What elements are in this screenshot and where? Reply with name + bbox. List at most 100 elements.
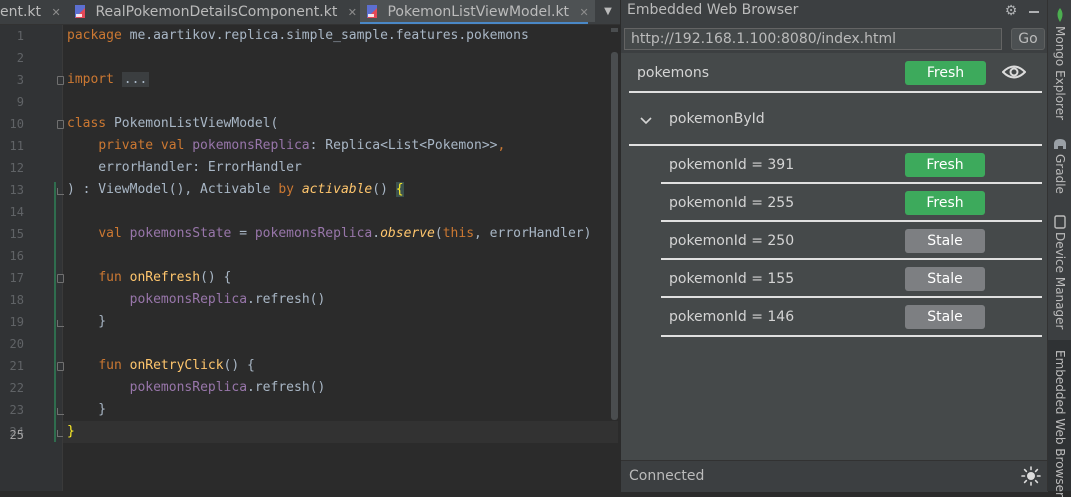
fold-end-icon[interactable] <box>57 320 64 327</box>
current-line-highlight <box>63 421 618 443</box>
divider <box>661 220 1042 222</box>
panel-title: Embedded Web Browser <box>627 2 799 18</box>
tool-tab-label: Device Manager <box>1053 232 1067 330</box>
folded-imports: ... <box>121 72 150 87</box>
child-replica-label[interactable]: pokemonId = 255 <box>669 195 794 211</box>
divider <box>661 182 1042 184</box>
connection-status: Connected <box>629 468 705 484</box>
line-number: 9 <box>16 95 24 109</box>
vertical-scrollbar[interactable] <box>611 52 618 420</box>
tab-pokemon-list-view-model[interactable]: PokemonListViewModel.kt ✕ <box>360 0 595 22</box>
tool-tab-label: Embedded Web Browser <box>1053 350 1067 497</box>
line-number: 3 <box>16 73 24 87</box>
line-number: 19 <box>9 315 24 329</box>
go-button[interactable]: Go <box>1011 28 1045 50</box>
close-icon[interactable]: ✕ <box>580 6 589 19</box>
tool-window-strip: Mongo Explorer Gradle Device Manager Emb… <box>1047 0 1071 497</box>
elephant-icon <box>1054 139 1066 149</box>
leaf-icon <box>1057 8 1063 22</box>
status-badge: Stale <box>905 305 985 329</box>
tool-tab-label: Mongo Explorer <box>1053 26 1067 121</box>
tool-tab-embedded-web-browser[interactable]: Embedded Web Browser <box>1048 340 1071 497</box>
line-number: 21 <box>9 359 24 373</box>
change-marker <box>54 182 56 442</box>
code-line[interactable]: } <box>67 399 106 421</box>
eye-icon[interactable] <box>1001 64 1027 80</box>
child-replica-label[interactable]: pokemonId = 146 <box>669 309 794 325</box>
code-line[interactable]: pokemonsReplica.refresh() <box>67 377 326 399</box>
gear-icon[interactable]: ⚙ <box>1003 3 1019 19</box>
line-number: 1 <box>16 29 24 43</box>
device-icon <box>1054 215 1066 229</box>
tool-tab-device-manager[interactable]: Device Manager <box>1048 208 1071 330</box>
code-line[interactable]: ) : ViewModel(), Activable by activable(… <box>67 179 404 201</box>
line-number: 16 <box>9 249 24 263</box>
fold-end-icon[interactable] <box>57 188 64 195</box>
divider <box>629 144 1042 146</box>
line-number: 17 <box>9 271 24 285</box>
line-number: 20 <box>9 337 24 351</box>
code-line[interactable]: package me.aartikov.replica.simple_sampl… <box>67 25 529 47</box>
fold-marker-icon[interactable] <box>57 362 64 371</box>
code-line[interactable]: errorHandler: ErrorHandler <box>67 157 302 179</box>
scrollbar-marker <box>611 28 618 32</box>
close-icon[interactable]: ✕ <box>51 6 60 19</box>
code-line[interactable]: fun onRefresh() { <box>67 267 231 289</box>
fold-marker-icon[interactable] <box>57 76 64 85</box>
fold-end-icon[interactable] <box>57 408 64 415</box>
line-number: 18 <box>9 293 24 307</box>
embedded-web-browser-panel: Embedded Web Browser ⚙ Go pokemons Fresh… <box>620 0 1048 492</box>
status-badge: Stale <box>905 267 985 291</box>
child-replica-label[interactable]: pokemonId = 155 <box>669 271 794 287</box>
panel-header: Embedded Web Browser ⚙ <box>621 0 1048 22</box>
code-line[interactable]: import ... <box>67 69 150 91</box>
line-number: 11 <box>9 139 24 153</box>
close-icon[interactable]: ✕ <box>348 6 357 19</box>
line-number: 15 <box>9 227 24 241</box>
tab-label: ent.kt <box>0 4 42 20</box>
code-line[interactable]: } <box>67 421 75 443</box>
child-replica-label[interactable]: pokemonId = 250 <box>669 233 794 249</box>
active-tab-indicator <box>360 22 588 24</box>
tab-label: RealPokemonDetailsComponent.kt <box>95 4 338 20</box>
child-replica-label[interactable]: pokemonId = 391 <box>669 157 794 173</box>
code-line[interactable]: val pokemonsState = pokemonsReplica.obse… <box>67 223 591 245</box>
fold-marker-icon[interactable] <box>57 120 64 129</box>
editor-tab-bar: ent.kt ✕ RealPokemonDetailsComponent.kt … <box>0 0 620 25</box>
code-editor: ent.kt ✕ RealPokemonDetailsComponent.kt … <box>0 0 620 491</box>
line-number: 10 <box>9 117 24 131</box>
root-replica-label[interactable]: pokemons <box>637 65 709 81</box>
line-number: 13 <box>9 183 24 197</box>
minimize-icon[interactable] <box>1026 3 1042 19</box>
line-number-current: 25 <box>9 428 24 442</box>
kotlin-file-icon <box>74 2 86 18</box>
web-content: pokemons Fresh pokemonById pokemonId = 3… <box>621 53 1048 460</box>
status-bar: Connected <box>621 460 1048 492</box>
line-number: 22 <box>9 381 24 395</box>
url-input[interactable] <box>624 28 1002 50</box>
divider <box>661 296 1042 298</box>
sun-icon[interactable] <box>1021 466 1041 486</box>
code-line[interactable]: class PokemonListViewModel( <box>67 113 278 135</box>
status-badge: Fresh <box>905 153 985 177</box>
chevron-down-icon[interactable]: ▼ <box>598 0 618 24</box>
tool-tab-mongo-explorer[interactable]: Mongo Explorer <box>1048 4 1071 122</box>
divider <box>661 335 1042 337</box>
fold-marker-icon[interactable] <box>57 274 64 283</box>
tool-tab-gradle[interactable]: Gradle <box>1048 132 1071 204</box>
code-line[interactable]: private val pokemonsReplica: Replica<Lis… <box>67 135 505 157</box>
line-number: 23 <box>9 403 24 417</box>
chevron-down-icon[interactable] <box>639 111 653 125</box>
code-line[interactable]: } <box>67 311 106 333</box>
status-badge: Fresh <box>905 61 986 85</box>
code-line[interactable]: pokemonsReplica.refresh() <box>67 289 326 311</box>
line-number: 12 <box>9 161 24 175</box>
group-label[interactable]: pokemonById <box>669 111 765 127</box>
tab-real-pokemon-details-component[interactable]: RealPokemonDetailsComponent.kt ✕ <box>74 0 357 24</box>
tab-ent-kt[interactable]: ent.kt ✕ <box>0 0 61 24</box>
line-number: 14 <box>9 205 24 219</box>
status-badge: Stale <box>905 229 985 253</box>
divider <box>629 91 1042 93</box>
status-badge: Fresh <box>905 191 985 215</box>
code-line[interactable]: fun onRetryClick() { <box>67 355 255 377</box>
